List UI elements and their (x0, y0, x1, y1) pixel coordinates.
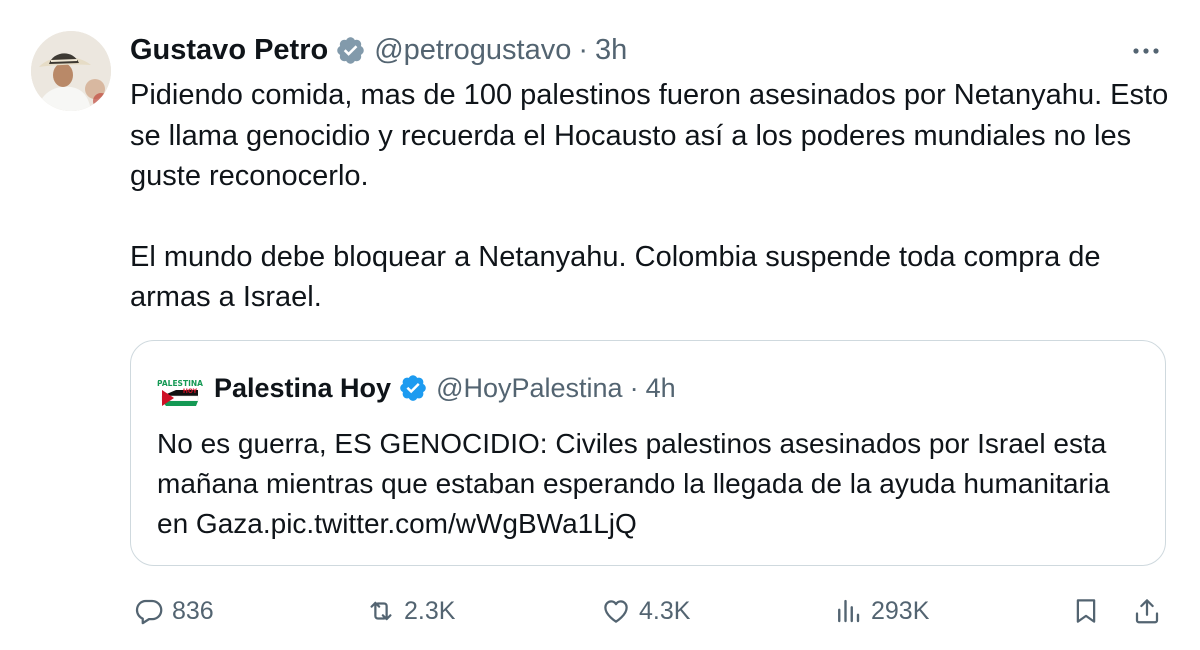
views-icon (838, 599, 860, 623)
separator-dot: · (629, 372, 639, 403)
tweet-timestamp[interactable]: 3h (595, 34, 627, 67)
tweet: Gustavo Petro @petrogustavo · 3h Pidiend… (0, 0, 1200, 650)
tweet-header: Gustavo Petro @petrogustavo · 3h (130, 28, 627, 72)
palestina-hoy-logo: PALESTINA HOY (156, 366, 204, 414)
verified-badge-icon[interactable] (398, 373, 428, 403)
like-icon (604, 600, 628, 623)
views-count: 293K (871, 596, 930, 625)
quote-text: No es guerra, ES GENOCIDIO: Civiles pale… (157, 428, 1110, 539)
like-count: 4.3K (639, 596, 691, 625)
logo-text-hoy: HOY (183, 388, 198, 395)
views-button[interactable]: 293K (833, 589, 929, 633)
quote-author-avatar[interactable]: PALESTINA HOY (156, 366, 204, 414)
quote-author-name[interactable]: Palestina Hoy (214, 373, 391, 404)
tweet-text-paragraph-2: El mundo debe bloquear a Netanyahu. Colo… (130, 240, 1101, 314)
author-avatar-photo (31, 31, 111, 111)
repost-count: 2.3K (404, 596, 456, 625)
logo-text-palestina: PALESTINA (157, 379, 203, 388)
reply-count: 836 (172, 596, 214, 625)
tweet-text-paragraph-1: Pidiendo comida, mas de 100 palestinos f… (130, 79, 1169, 192)
like-button[interactable]: 4.3K (601, 589, 690, 633)
action-bar: 836 2.3K 4.3K 293K (0, 589, 1200, 633)
quote-author-handle[interactable]: @HoyPalestina (436, 373, 623, 404)
more-icon[interactable] (1126, 36, 1166, 66)
separator-dot: · (578, 33, 588, 66)
quoted-tweet[interactable]: PALESTINA HOY Palestina Hoy @HoyPalestin… (130, 340, 1166, 566)
share-icon (1135, 599, 1159, 624)
bookmark-icon (1076, 599, 1096, 623)
bookmark-button[interactable] (1071, 589, 1101, 633)
reply-button[interactable]: 836 (134, 589, 214, 633)
author-avatar[interactable] (31, 31, 111, 111)
repost-button[interactable]: 2.3K (366, 589, 455, 633)
share-button[interactable] (1132, 589, 1162, 633)
author-handle[interactable]: @petrogustavo (374, 34, 571, 67)
tweet-text: Pidiendo comida, mas de 100 palestinos f… (130, 75, 1180, 318)
quote-header: Palestina Hoy @HoyPalestina · 4h (214, 367, 676, 409)
quote-timestamp[interactable]: 4h (646, 373, 676, 404)
repost-icon (370, 601, 392, 621)
reply-icon (135, 599, 163, 625)
author-name[interactable]: Gustavo Petro (130, 34, 328, 67)
verified-badge-icon[interactable] (335, 35, 366, 66)
